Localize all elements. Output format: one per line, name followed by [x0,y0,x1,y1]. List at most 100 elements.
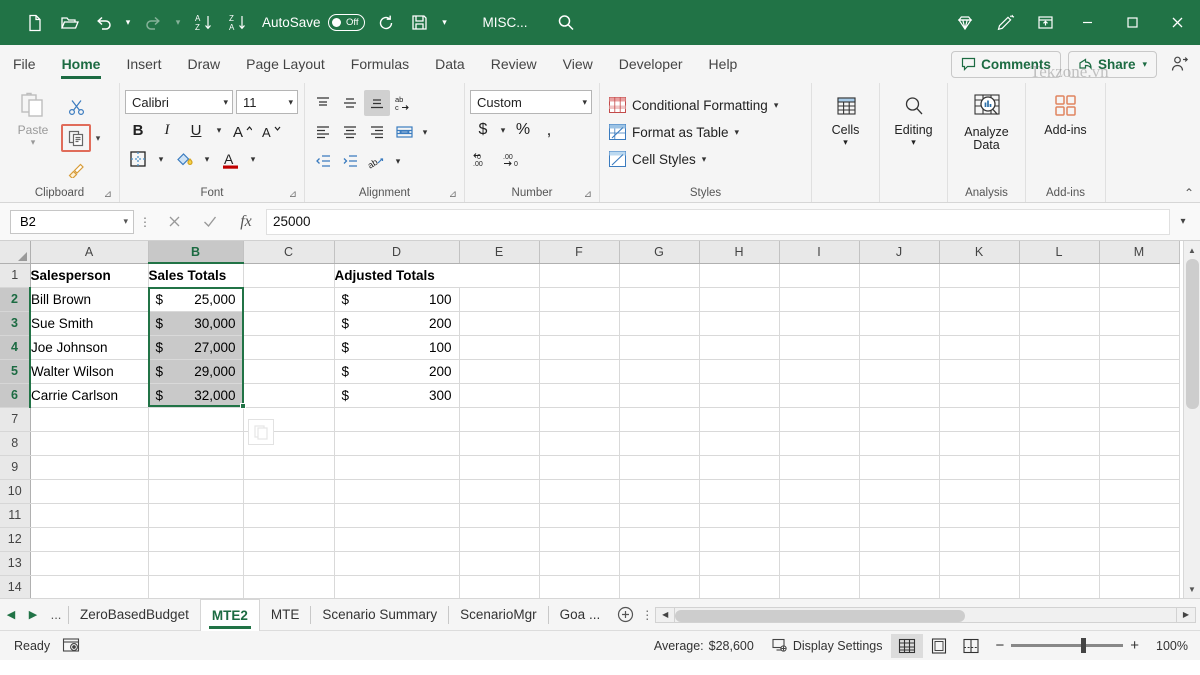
cell-k9[interactable] [939,455,1020,480]
row-header-9[interactable]: 9 [0,455,31,480]
cell-k14[interactable] [939,575,1020,598]
cell-m4[interactable] [1099,335,1180,360]
zoom-out-button[interactable]: − [995,637,1004,654]
column-header-a[interactable]: A [30,241,149,264]
cell-c11[interactable] [243,503,335,528]
maximize-button[interactable] [1110,0,1155,45]
tab-insert[interactable]: Insert [113,45,174,83]
cell-f5[interactable] [539,359,620,384]
cell-e12[interactable] [459,527,540,552]
cell-i13[interactable] [779,551,860,576]
cut-button[interactable] [61,93,91,121]
cell-styles-dropdown-icon[interactable]: ▾ [702,154,707,165]
borders-button[interactable] [125,146,151,172]
cell-k7[interactable] [939,407,1020,432]
cell-c4[interactable] [243,335,335,360]
paste-dropdown-icon[interactable]: ▾ [31,137,36,148]
cell-f9[interactable] [539,455,620,480]
accounting-dropdown-icon[interactable]: ▾ [496,117,510,143]
vertical-scroll-track[interactable] [1184,259,1200,580]
cell-e7[interactable] [459,407,540,432]
collapse-ribbon-icon[interactable]: ⌃ [1184,186,1194,200]
cell-a3[interactable]: Sue Smith [30,311,149,336]
cancel-icon[interactable] [156,208,192,236]
cell-j1[interactable] [859,263,940,288]
zoom-in-button[interactable]: + [1130,637,1139,654]
cell-f13[interactable] [539,551,620,576]
column-header-l[interactable]: L [1019,241,1100,264]
cell-g12[interactable] [619,527,700,552]
name-box-dropdown-icon[interactable]: ▾ [123,216,128,227]
font-name-combo[interactable]: Calibri ▾ [125,90,233,114]
cell-b12[interactable] [148,527,244,552]
sheet-tab-mte[interactable]: MTE [260,599,311,631]
cell-a8[interactable] [30,431,149,456]
cell-d3[interactable]: $200 [334,311,460,336]
tab-page-layout[interactable]: Page Layout [233,45,338,83]
share-dropdown-icon[interactable]: ▾ [1142,59,1147,70]
cell-d11[interactable] [334,503,460,528]
cell-g4[interactable] [619,335,700,360]
vertical-scrollbar[interactable]: ▲ ▼ [1183,241,1200,598]
percent-style-button[interactable]: % [510,117,536,143]
horizontal-scroll-track[interactable] [675,606,1176,623]
name-box[interactable]: B2 ▾ [10,209,134,234]
decrease-indent-button[interactable] [310,148,336,174]
sheet-tab-zerobasedbudget[interactable]: ZeroBasedBudget [69,599,200,631]
sheet-tab-scenario-summary[interactable]: Scenario Summary [311,599,448,631]
cell-j5[interactable] [859,359,940,384]
formula-input[interactable]: 25000 [266,208,1170,235]
cell-a14[interactable] [30,575,149,598]
cell-b11[interactable] [148,503,244,528]
tab-view[interactable]: View [550,45,606,83]
cell-i8[interactable] [779,431,860,456]
cell-l2[interactable] [1019,287,1100,312]
new-file-icon[interactable] [18,7,52,39]
cell-f14[interactable] [539,575,620,598]
row-header-13[interactable]: 13 [0,551,31,576]
cell-f8[interactable] [539,431,620,456]
cell-d6[interactable]: $300 [334,383,460,408]
cell-h14[interactable] [699,575,780,598]
cell-g9[interactable] [619,455,700,480]
cell-i10[interactable] [779,479,860,504]
cell-a7[interactable] [30,407,149,432]
cell-k11[interactable] [939,503,1020,528]
cell-b1[interactable]: Sales Totals [148,263,244,288]
conditional-formatting-button[interactable]: Conditional Formatting ▾ [605,93,782,117]
pen-draw-icon[interactable] [985,0,1025,45]
horizontal-scrollbar[interactable]: ◀ ▶ [655,599,1200,631]
middle-align-button[interactable] [337,90,363,116]
paste-options-button[interactable] [248,419,274,445]
accessibility-checker-icon[interactable] [62,637,80,654]
cell-d4[interactable]: $100 [334,335,460,360]
cell-g8[interactable] [619,431,700,456]
cell-i4[interactable] [779,335,860,360]
cell-c13[interactable] [243,551,335,576]
cell-b8[interactable] [148,431,244,456]
cell-k10[interactable] [939,479,1020,504]
cell-h3[interactable] [699,311,780,336]
zoom-slider[interactable] [1011,638,1124,653]
increase-indent-button[interactable] [337,148,363,174]
cell-d5[interactable]: $200 [334,359,460,384]
share-person-icon[interactable] [1164,49,1194,79]
row-header-12[interactable]: 12 [0,527,31,552]
cell-h2[interactable] [699,287,780,312]
cell-k8[interactable] [939,431,1020,456]
cell-m3[interactable] [1099,311,1180,336]
cell-g2[interactable] [619,287,700,312]
cell-h8[interactable] [699,431,780,456]
tab-help[interactable]: Help [696,45,751,83]
cell-d14[interactable] [334,575,460,598]
cell-i6[interactable] [779,383,860,408]
cell-d7[interactable] [334,407,460,432]
cell-m14[interactable] [1099,575,1180,598]
column-header-f[interactable]: F [539,241,620,264]
cells-dropdown-icon[interactable]: ▾ [843,137,848,148]
format-as-table-button[interactable]: Format as Table ▾ [605,120,782,144]
cell-a5[interactable]: Walter Wilson [30,359,149,384]
cell-m2[interactable] [1099,287,1180,312]
cell-i3[interactable] [779,311,860,336]
cell-c6[interactable] [243,383,335,408]
